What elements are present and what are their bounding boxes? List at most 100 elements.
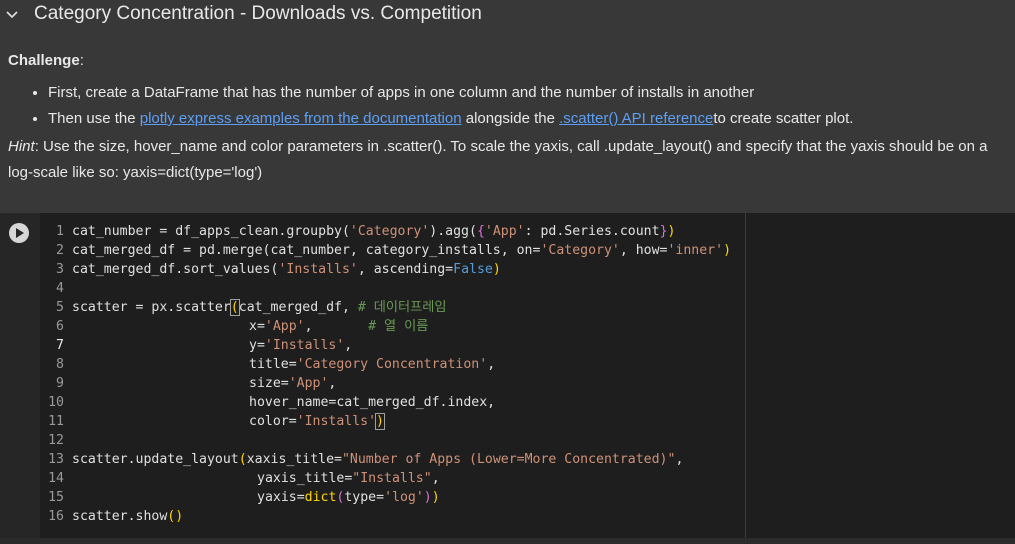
code-line: 3 cat_merged_df.sort_values('Installs', a… <box>40 260 1015 279</box>
chevron-down-icon[interactable] <box>4 6 20 22</box>
code-token: ) <box>667 224 676 239</box>
hint-text: : Use the size, hover_name and color par… <box>8 138 988 181</box>
code-token: , <box>328 376 337 391</box>
code-token: ) <box>431 490 440 505</box>
code-line: 9 size='App', <box>40 374 1015 393</box>
code-token: 'Installs' <box>296 414 377 429</box>
code-line: 1 cat_number = df_apps_clean.groupby('Cat… <box>40 222 1015 241</box>
code-token: cat_merged_df.sort_values( <box>72 262 279 277</box>
code-token: ) <box>492 262 501 277</box>
line-number: 4 <box>56 281 64 296</box>
code-line: 16 scatter.show() <box>40 507 1015 526</box>
code-line: 2 cat_merged_df = pd.merge(cat_number, ca… <box>40 241 1015 260</box>
code-token: 'Installs' <box>264 338 345 353</box>
code-token: , <box>431 471 440 486</box>
code-token: cat_merged_df, <box>238 300 358 315</box>
code-token: , <box>344 338 353 353</box>
plotly-examples-link[interactable]: plotly express examples from the documen… <box>140 110 462 127</box>
code-token: type= <box>344 490 385 505</box>
code-token: 'Installs' <box>278 262 358 277</box>
list-item: First, create a DataFrame that has the n… <box>48 80 1013 106</box>
code-token: size= <box>249 376 289 391</box>
code-token: , <box>675 452 684 467</box>
horizontal-scrollbar[interactable] <box>0 538 1015 544</box>
code-token: scatter = px.scatter <box>72 300 231 315</box>
code-token: 'App' <box>484 224 525 239</box>
code-token: , <box>304 319 369 334</box>
code-token: ( <box>238 452 247 467</box>
code-token: scatter.update_layout <box>72 452 239 467</box>
line-number: 6 <box>56 319 64 334</box>
hint-label: Hint <box>8 138 35 155</box>
bullet-text: to create scatter plot. <box>713 110 854 127</box>
code-token: # 열 이름 <box>368 319 429 334</box>
code-token: scatter.show <box>72 509 168 524</box>
code-token: : pd.Series.count <box>524 224 660 239</box>
list-item: Then use the plotly express examples fro… <box>48 106 1013 132</box>
scatter-api-link[interactable]: .scatter() API reference <box>559 110 713 127</box>
code-token: 'Category' <box>540 243 620 258</box>
challenge-list: First, create a DataFrame that has the n… <box>8 80 1013 132</box>
code-token: dict <box>304 490 337 505</box>
challenge-heading: Challenge: <box>8 48 1013 74</box>
line-number: 11 <box>48 414 64 429</box>
line-number: 3 <box>56 262 64 277</box>
bullet-text: Then use the <box>48 110 140 127</box>
code-token: hover_name=cat_merged_df.index, <box>249 395 496 410</box>
code-token: "Number of Apps (Lower=More Concentrated… <box>341 452 676 467</box>
section-header: Category Concentration - Downloads vs. C… <box>0 0 1015 30</box>
code-token: } <box>659 224 668 239</box>
line-number: 5 <box>56 300 64 315</box>
line-number: 7 <box>56 338 64 353</box>
code-token: color= <box>249 414 297 429</box>
code-line: 12 <box>40 431 1015 450</box>
run-cell-button[interactable] <box>9 223 29 243</box>
line-number: 15 <box>48 490 64 505</box>
code-token: y= <box>249 338 265 353</box>
code-line: 10 hover_name=cat_merged_df.index, <box>40 393 1015 412</box>
code-line: 11 color='Installs') <box>40 412 1015 431</box>
code-line: 6 x='App', # 열 이름 <box>40 317 1015 336</box>
line-number: 12 <box>48 433 64 448</box>
code-token: title= <box>249 357 297 372</box>
code-token: False <box>453 262 493 277</box>
code-token: 'Category Concentration' <box>296 357 488 372</box>
code-token: ) <box>423 490 432 505</box>
code-token: () <box>167 509 184 524</box>
code-line: 14 yaxis_title="Installs", <box>40 469 1015 488</box>
line-number: 9 <box>56 376 64 391</box>
line-number: 13 <box>48 452 64 467</box>
code-line: 8 title='Category Concentration', <box>40 355 1015 374</box>
code-token: yaxis= <box>257 490 305 505</box>
cell-gutter <box>0 213 40 538</box>
code-line: 13 scatter.update_layout(xaxis_title="Num… <box>40 450 1015 469</box>
code-token: cat_merged_df = pd.merge(cat_number, cat… <box>72 243 541 258</box>
code-token: ) <box>723 243 732 258</box>
bullet-text: First, create a DataFrame that has the n… <box>48 84 755 101</box>
challenge-colon: : <box>79 52 84 69</box>
line-number: 14 <box>48 471 64 486</box>
code-token: 'App' <box>288 376 329 391</box>
code-token: yaxis_title= <box>257 471 353 486</box>
code-token: 'log' <box>384 490 424 505</box>
code-cell[interactable]: 1 cat_number = df_apps_clean.groupby('Cat… <box>0 213 1015 538</box>
line-number: 16 <box>48 509 64 524</box>
code-token: , ascending= <box>357 262 454 277</box>
line-number: 10 <box>48 395 64 410</box>
code-token: ).agg( <box>429 224 477 239</box>
code-token: 'App' <box>264 319 305 334</box>
code-editor[interactable]: 1 cat_number = df_apps_clean.groupby('Cat… <box>40 222 1015 526</box>
code-token: , how= <box>619 243 668 258</box>
code-token: 'inner' <box>667 243 724 258</box>
code-line: 15 yaxis=dict(type='log')) <box>40 488 1015 507</box>
code-token: , <box>487 357 496 372</box>
line-number: 2 <box>56 243 64 258</box>
code-token: cat_number = df_apps_clean.groupby( <box>72 224 350 239</box>
line-number: 8 <box>56 357 64 372</box>
markdown-cell[interactable]: Challenge: First, create a DataFrame tha… <box>8 48 1013 186</box>
bullet-text: alongside the <box>461 110 560 127</box>
code-token: # 데이터프레임 <box>357 300 447 315</box>
code-line: 7 y='Installs', <box>40 336 1015 355</box>
code-token: ) <box>375 413 385 430</box>
challenge-label: Challenge <box>8 52 80 69</box>
